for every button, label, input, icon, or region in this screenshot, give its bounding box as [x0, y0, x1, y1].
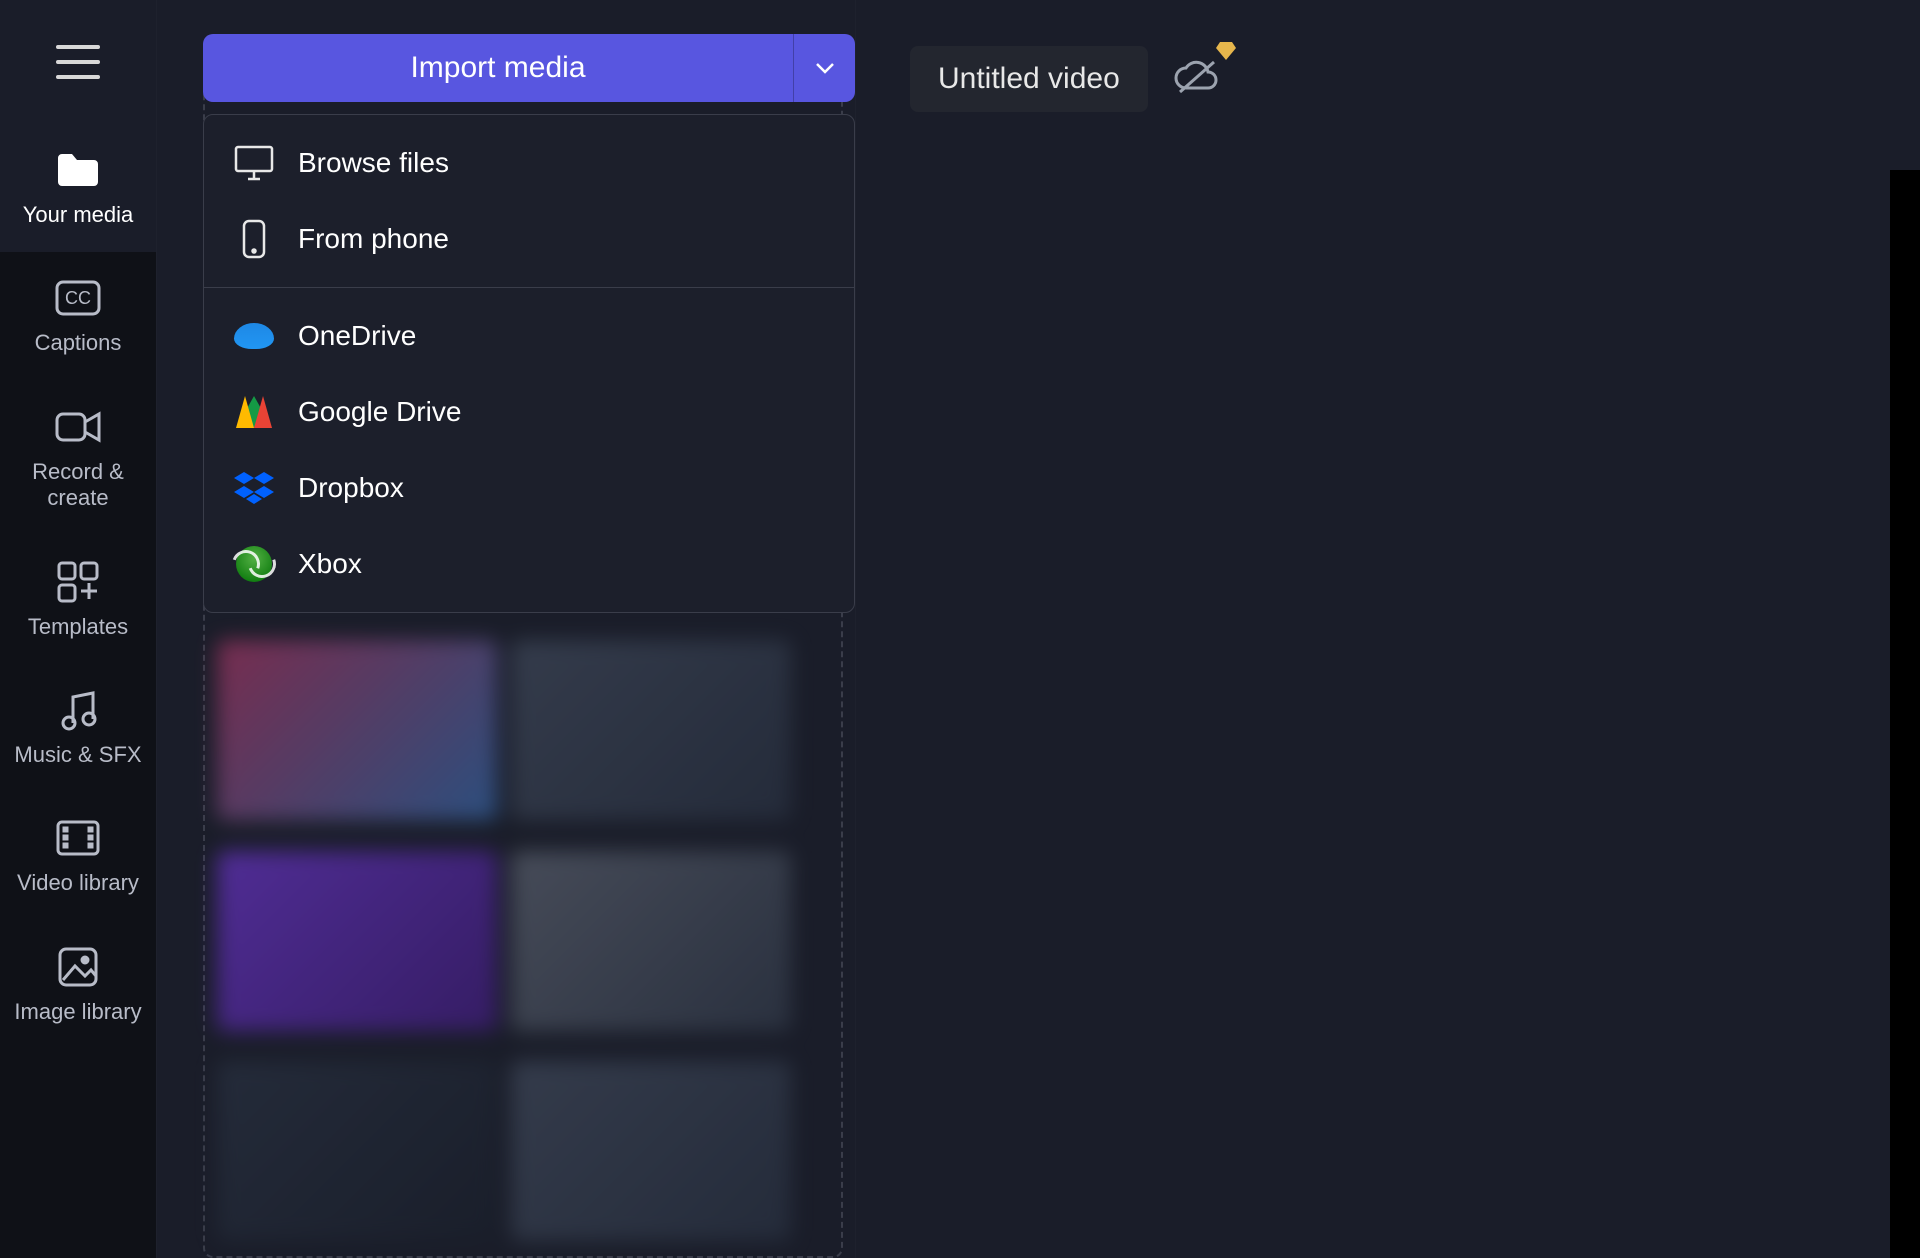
- hamburger-menu-button[interactable]: [56, 45, 100, 79]
- dropdown-item-from-phone[interactable]: From phone: [204, 201, 854, 277]
- xbox-icon: [234, 544, 274, 584]
- dropdown-item-browse-files[interactable]: Browse files: [204, 125, 854, 201]
- sidebar-item-templates[interactable]: Templates: [0, 536, 156, 664]
- phone-icon: [234, 219, 274, 259]
- svg-text:CC: CC: [65, 288, 91, 308]
- sidebar-item-your-media[interactable]: Your media: [0, 124, 156, 252]
- cloud-sync-button[interactable]: [1174, 60, 1218, 99]
- captions-icon: CC: [55, 276, 101, 320]
- import-media-button[interactable]: Import media: [203, 34, 793, 102]
- media-thumbnail[interactable]: [217, 851, 497, 1031]
- monitor-icon: [234, 143, 274, 183]
- sidebar-item-label: Music & SFX: [14, 742, 141, 768]
- import-media-dropdown: Browse files From phone OneDrive Googl: [203, 114, 855, 613]
- dropdown-item-dropbox[interactable]: Dropbox: [204, 450, 854, 526]
- sidebar-item-label: Image library: [14, 999, 141, 1025]
- hamburger-area: [0, 0, 156, 124]
- dropdown-item-label: From phone: [298, 223, 449, 255]
- preview-edge: [1890, 170, 1920, 1258]
- video-camera-icon: [55, 405, 101, 449]
- sidebar-item-label: Video library: [17, 870, 139, 896]
- sidebar-item-label: Templates: [28, 614, 128, 640]
- media-thumbnail[interactable]: [511, 1061, 791, 1241]
- dropdown-item-label: Dropbox: [298, 472, 404, 504]
- dropdown-item-onedrive[interactable]: OneDrive: [204, 298, 854, 374]
- image-icon: [57, 945, 99, 989]
- dropdown-item-google-drive[interactable]: Google Drive: [204, 374, 854, 450]
- sidebar-item-label: Your media: [23, 202, 133, 228]
- media-thumbnail[interactable]: [511, 640, 791, 820]
- templates-icon: [57, 560, 99, 604]
- onedrive-icon: [234, 316, 274, 356]
- import-media-dropdown-toggle[interactable]: [793, 34, 855, 102]
- import-media-label: Import media: [410, 51, 585, 85]
- left-sidebar: Your media CC Captions Record & create T…: [0, 0, 156, 1258]
- media-thumbnail[interactable]: [511, 851, 791, 1031]
- dropdown-item-xbox[interactable]: Xbox: [204, 526, 854, 602]
- media-panel: Import media Browse files From phon: [156, 0, 856, 1258]
- media-thumbnail-grid: [217, 640, 825, 1258]
- music-icon: [59, 688, 97, 732]
- dropdown-item-label: Google Drive: [298, 396, 461, 428]
- google-drive-icon: [234, 392, 274, 432]
- sidebar-item-label: Record & create: [6, 459, 150, 512]
- film-icon: [56, 816, 100, 860]
- dropdown-item-label: OneDrive: [298, 320, 416, 352]
- sidebar-item-record-create[interactable]: Record & create: [0, 381, 156, 536]
- dropdown-item-label: Browse files: [298, 147, 449, 179]
- sidebar-item-image-library[interactable]: Image library: [0, 921, 156, 1049]
- media-thumbnail[interactable]: [217, 640, 497, 820]
- sidebar-item-video-library[interactable]: Video library: [0, 792, 156, 920]
- dropbox-icon: [234, 468, 274, 508]
- project-title-input[interactable]: Untitled video: [910, 46, 1148, 112]
- sidebar-item-captions[interactable]: CC Captions: [0, 252, 156, 380]
- chevron-down-icon: [815, 62, 835, 74]
- sidebar-item-label: Captions: [35, 330, 122, 356]
- sidebar-item-music-sfx[interactable]: Music & SFX: [0, 664, 156, 792]
- project-title-text: Untitled video: [938, 62, 1120, 96]
- preview-area: Untitled video: [856, 0, 1920, 1258]
- premium-diamond-icon: [1216, 42, 1236, 65]
- media-thumbnail[interactable]: [217, 1061, 497, 1241]
- folder-icon: [54, 148, 102, 192]
- cloud-off-icon: [1174, 60, 1218, 94]
- dropdown-item-label: Xbox: [298, 548, 362, 580]
